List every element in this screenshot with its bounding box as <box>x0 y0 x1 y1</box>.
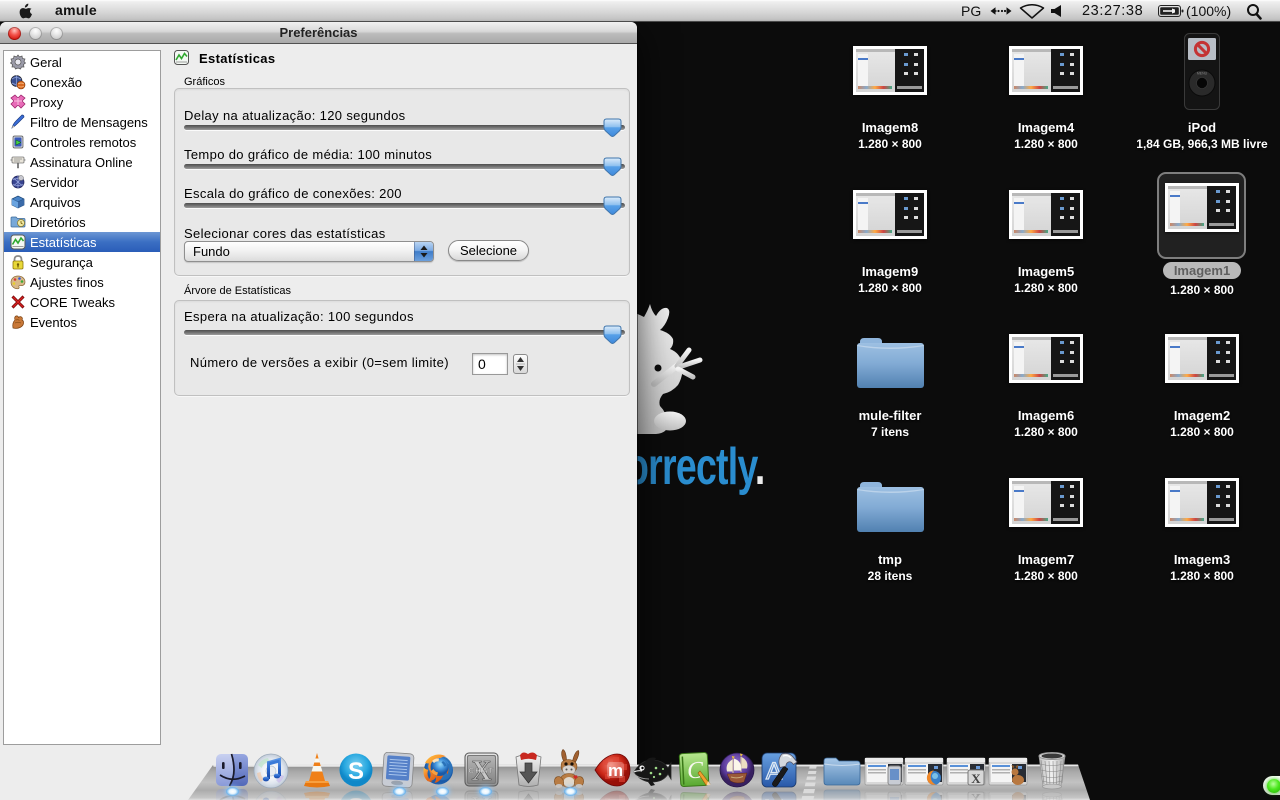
svg-text:MENU: MENU <box>1197 72 1208 76</box>
